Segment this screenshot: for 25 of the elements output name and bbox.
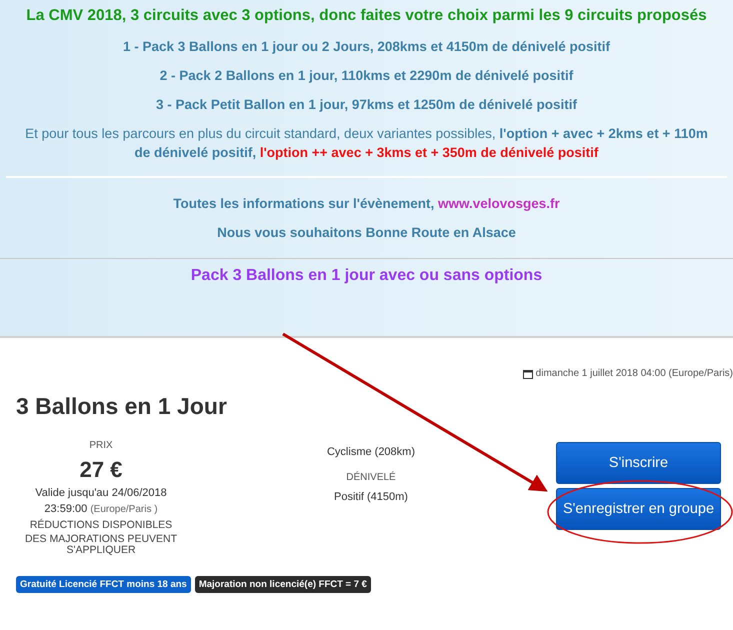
tag: Gratuité Licencié FFCT moins 18 ans <box>16 576 191 593</box>
calendar-icon <box>522 368 533 378</box>
price-label: PRIX <box>89 440 113 451</box>
circuit-line: 3 - Pack Petit Ballon en 1 jour, 97kms et 1250m de dénivelé positif <box>155 97 578 112</box>
register-button[interactable]: S'inscrire <box>556 442 721 484</box>
section-title: Pack 3 Ballons en 1 jour avec ou sans options <box>190 267 544 285</box>
validity-time: 23:59:00 (Europe/Paris ) <box>44 503 158 515</box>
event-date: dimanche 1 juillet 2018 04:00 (Europe/Paris) <box>536 368 733 379</box>
surcharges-text: DES MAJORATIONS PEUVENT S'APPLIQUER <box>24 534 178 556</box>
circuit-line: 1 - Pack 3 Ballons en 1 jour ou 2 Jours, 208kms et 4150m de dénivelé positif <box>122 39 611 54</box>
info-text: Toutes les informations sur l'évènement, <box>173 196 436 211</box>
event-title: 3 Ballons en 1 Jour <box>16 393 228 420</box>
greeting-text: Nous vous souhaitons Bonne Route en Alsace <box>216 225 517 240</box>
headline: La CMV 2018, 3 circuits avec 3 options, donc faites votre choix parmi les 9 circuits proposés <box>25 6 708 25</box>
register-button[interactable]: S'enregistrer en groupe <box>556 488 721 530</box>
circuit-line: 2 - Pack 2 Ballons en 1 jour, 110kms et 2290m de dénivelé positif <box>158 68 574 83</box>
tag: Majoration non licencié(e) FFCT = 7 € <box>194 576 371 593</box>
validity-date: Valide jusqu'au 24/06/2018 <box>35 487 167 499</box>
elevation-label: DÉNIVELÉ <box>346 472 396 483</box>
price-value: 27 € <box>80 457 122 483</box>
reductions-text: RÉDUCTIONS DISPONIBLES <box>30 519 172 531</box>
elevation-value: Positif (4150m) <box>334 491 408 503</box>
website-link[interactable]: www.velovosges.fr <box>438 196 560 211</box>
activity-text: Cyclisme (208km) <box>326 446 415 458</box>
options-paragraph: Et pour tous les parcours en plus du circuit standard, deux variantes possibles, l'option + avec + 2kms et + 110m de dénivelé positif, l'option ++ avec + 3kms et + 350m de dénivelé positif <box>24 125 709 162</box>
